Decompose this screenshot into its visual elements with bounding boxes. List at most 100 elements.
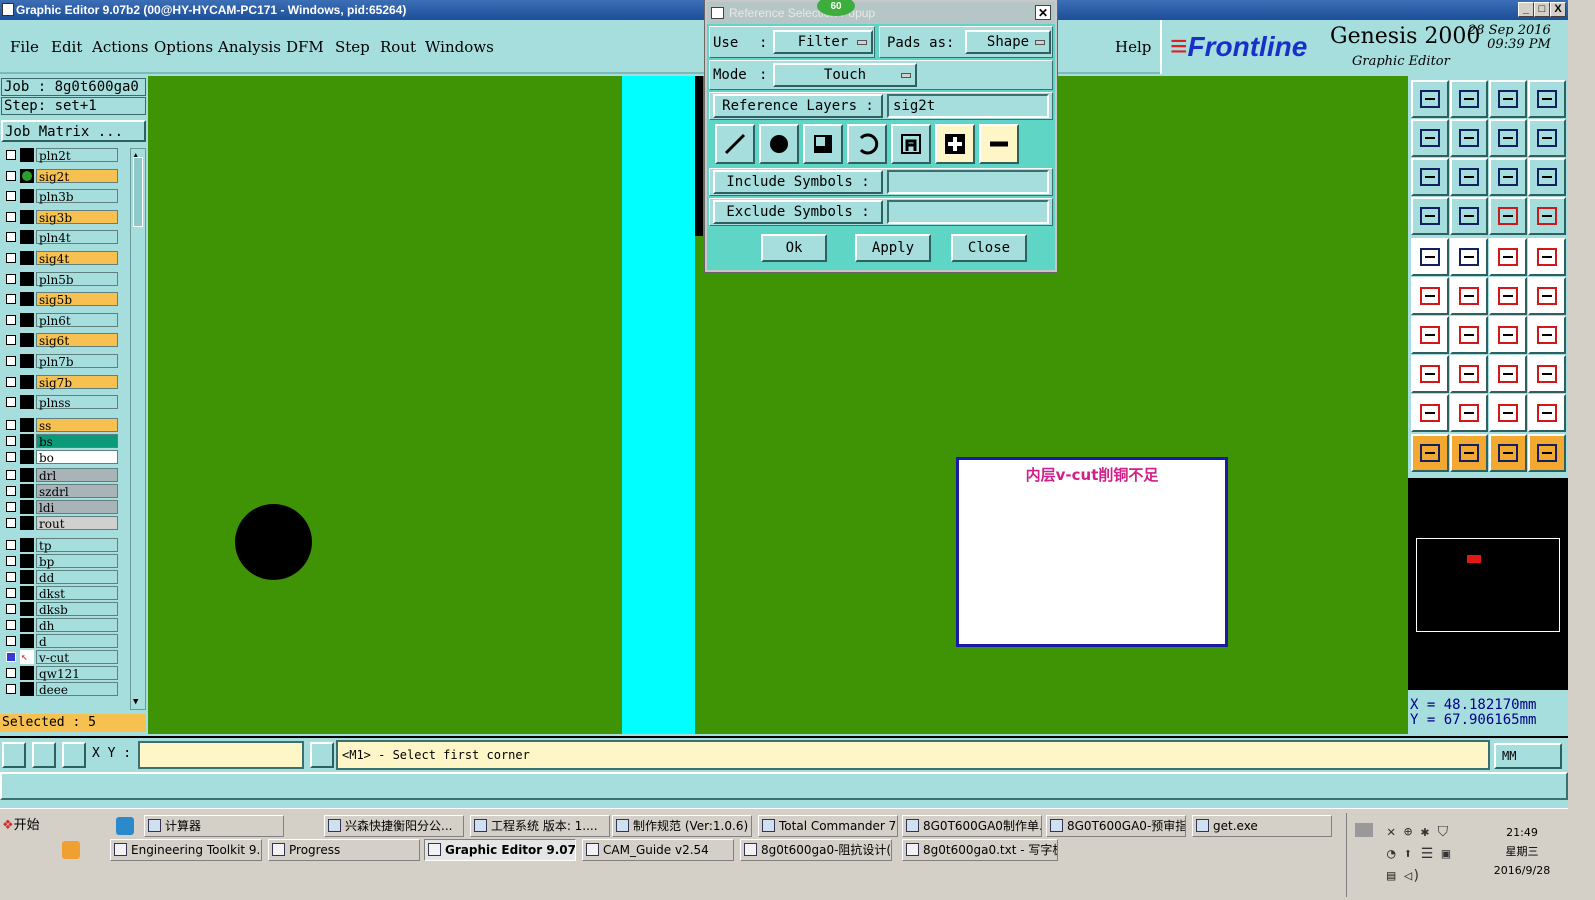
arrow-red-icon[interactable] <box>1528 277 1566 315</box>
layer-row-dh[interactable]: dh <box>2 618 118 633</box>
triangle-c-icon[interactable] <box>1528 394 1566 432</box>
layer-checkbox[interactable] <box>6 486 16 496</box>
layer-color-swatch[interactable] <box>20 450 34 464</box>
move-right-icon[interactable] <box>1450 119 1488 157</box>
point-red-icon[interactable] <box>1489 277 1527 315</box>
layer-color-swatch[interactable] <box>20 312 34 327</box>
overview-map[interactable] <box>1408 478 1568 690</box>
measure-icon[interactable] <box>32 742 56 768</box>
layer-row-pln7b[interactable]: pln7b <box>2 354 118 369</box>
layer-name[interactable]: d <box>36 634 118 649</box>
layer-checkbox[interactable] <box>6 356 16 366</box>
desktop-icon[interactable] <box>116 817 134 835</box>
layer-row-bs[interactable]: bs <box>2 434 118 449</box>
layer-color-swatch[interactable] <box>20 554 34 568</box>
layer-name[interactable]: dd <box>36 570 118 585</box>
layer-name[interactable]: drl <box>36 468 118 483</box>
menu-analysis[interactable]: Analysis <box>218 38 281 56</box>
menu-help[interactable]: Help <box>1115 38 1151 56</box>
layer-checkbox[interactable] <box>6 620 16 630</box>
layer-checkbox[interactable] <box>6 684 16 694</box>
maximize-button[interactable]: □ <box>1534 2 1550 17</box>
layer-name[interactable]: bp <box>36 554 118 569</box>
layer-row-drl[interactable]: drl <box>2 468 118 483</box>
layer-name[interactable]: bo <box>36 450 118 465</box>
taskbar-button[interactable]: 8G0T600GA0制作单.... <box>902 815 1042 837</box>
layer-name[interactable]: ss <box>36 418 118 433</box>
layer-name[interactable]: sig5b <box>36 292 118 307</box>
mirror-icon[interactable] <box>1528 316 1566 354</box>
layer-row-sig3b[interactable]: sig3b <box>2 209 118 225</box>
layer-name[interactable]: v-cut <box>36 650 118 665</box>
layer-name[interactable]: pln2t <box>36 148 118 163</box>
layer-name[interactable]: dkst <box>36 586 118 601</box>
layer-color-swatch[interactable] <box>20 434 34 448</box>
ok-button[interactable]: Ok <box>761 234 827 262</box>
layer-checkbox[interactable] <box>6 604 16 614</box>
pads-dropdown[interactable]: Shape <box>965 30 1051 54</box>
triangle-b-icon[interactable] <box>1489 394 1527 432</box>
snap-red-icon[interactable] <box>1411 355 1449 393</box>
menu-dfm[interactable]: DFM <box>286 38 324 56</box>
layer-checkbox[interactable] <box>6 470 16 480</box>
surface-tool[interactable] <box>803 124 843 164</box>
home-icon[interactable] <box>1489 80 1527 118</box>
layer-checkbox[interactable] <box>6 420 16 430</box>
layer-checkbox[interactable] <box>6 170 16 181</box>
layer-checkbox[interactable] <box>6 668 16 678</box>
layer-checkbox[interactable] <box>6 636 16 646</box>
ruler-icon[interactable] <box>1489 238 1527 276</box>
layer-color-swatch[interactable] <box>20 586 34 600</box>
layer-checkbox[interactable] <box>6 572 16 582</box>
layer-row-pln2t[interactable]: pln2t <box>2 148 118 163</box>
minus-red-icon[interactable] <box>1450 355 1488 393</box>
layer-row-dkst[interactable]: dkst <box>2 586 118 601</box>
layer-color-swatch[interactable] <box>20 538 34 552</box>
layer-color-swatch[interactable] <box>20 468 34 482</box>
text-tool[interactable] <box>891 124 931 164</box>
taskbar-button[interactable]: CAM_Guide v2.54 <box>582 839 734 861</box>
layer-row-szdrl[interactable]: szdrl <box>2 484 118 499</box>
select-box-icon[interactable] <box>1450 434 1488 472</box>
layer-color-swatch[interactable] <box>20 602 34 616</box>
taskbar-button[interactable]: Total Commander 7.0 ... <box>758 815 898 837</box>
cross-icon[interactable] <box>1450 277 1488 315</box>
layer-name[interactable]: sig2t <box>36 168 118 184</box>
layer-color-swatch[interactable] <box>20 209 34 224</box>
layer-name[interactable]: ldi <box>36 500 118 515</box>
layer-name[interactable]: bs <box>36 434 118 449</box>
taskbar-button[interactable]: get.exe <box>1192 815 1332 837</box>
layer-color-swatch[interactable] <box>20 516 34 530</box>
layer-row-qw121[interactable]: qw121 <box>2 666 118 681</box>
app-launcher-icon[interactable] <box>62 841 80 859</box>
layer-name[interactable]: sig4t <box>36 251 118 266</box>
dot-icon[interactable] <box>1528 238 1566 276</box>
layer-name[interactable]: tp <box>36 538 118 553</box>
layer-color-swatch[interactable] <box>20 500 34 514</box>
layer-checkbox[interactable] <box>6 253 16 263</box>
select-touch-icon[interactable] <box>1489 434 1527 472</box>
snap-icon[interactable] <box>2 742 26 768</box>
layer-row-tp[interactable]: tp <box>2 538 118 553</box>
xy-input[interactable] <box>138 741 304 769</box>
layer-color-swatch[interactable] <box>20 666 34 680</box>
angle-icon[interactable] <box>1411 316 1449 354</box>
use-dropdown[interactable]: Filter <box>773 30 873 54</box>
job-matrix-button[interactable]: Job Matrix ... <box>1 120 146 142</box>
taskbar-button[interactable]: 制作规范 (Ver:1.0.6) <box>612 815 752 837</box>
layer-color-swatch[interactable] <box>20 148 34 162</box>
layer-row-pln4t[interactable]: pln4t <box>2 230 118 245</box>
layer-checkbox[interactable] <box>6 540 16 550</box>
layer-row-sig7b[interactable]: sig7b <box>2 374 118 390</box>
triangle-red-icon[interactable] <box>1411 394 1449 432</box>
fit-all-icon[interactable] <box>1450 158 1488 196</box>
layer-row-plnss[interactable]: plnss <box>2 395 118 410</box>
layer-row-sig5b[interactable]: sig5b <box>2 292 118 307</box>
layer-color-swatch[interactable] <box>20 374 34 389</box>
start-button[interactable]: ❖开始 <box>0 815 48 837</box>
layer-row-bp[interactable]: bp <box>2 554 118 569</box>
undo-icon[interactable] <box>1489 119 1527 157</box>
layer-checkbox[interactable] <box>6 452 16 462</box>
keyboard-icon[interactable] <box>1355 823 1373 837</box>
exclude-symbols-input[interactable] <box>887 200 1049 224</box>
